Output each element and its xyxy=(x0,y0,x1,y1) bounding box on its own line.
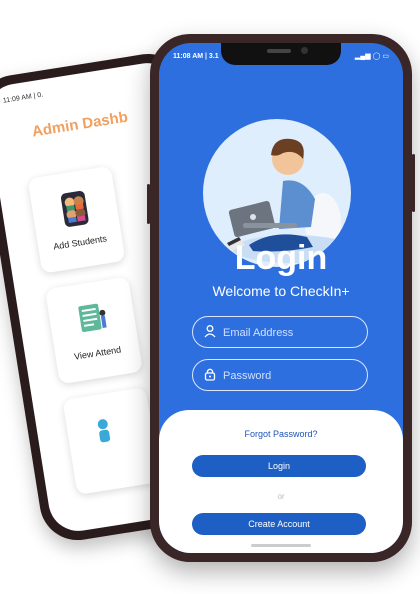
email-field[interactable] xyxy=(192,316,368,348)
person-icon xyxy=(97,419,111,443)
view-attendance-card[interactable]: View Attend xyxy=(44,276,143,385)
or-divider: or xyxy=(277,492,285,501)
card-label: Add Students xyxy=(52,233,108,252)
power-button xyxy=(412,154,415,212)
password-field[interactable] xyxy=(192,359,368,391)
bottom-sheet: Forgot Password? Login or Create Account xyxy=(159,410,403,553)
third-card[interactable] xyxy=(62,387,161,495)
card-label xyxy=(73,452,156,465)
notch xyxy=(221,43,341,65)
students-icon xyxy=(60,190,89,227)
email-input[interactable] xyxy=(221,322,365,344)
login-button[interactable]: Login xyxy=(192,455,366,477)
card-label: View Attend xyxy=(73,344,122,362)
attendance-icon xyxy=(78,303,107,332)
speaker xyxy=(267,49,291,53)
login-screen: 11:08 AM | 3.1 ▂▄▆ ◯ ▭ Login Welcome to xyxy=(159,43,403,553)
forgot-password-link[interactable]: Forgot Password? xyxy=(159,429,403,439)
dashboard-title: Admin Dashb xyxy=(30,108,130,141)
home-indicator xyxy=(251,544,311,547)
password-input[interactable] xyxy=(221,365,365,387)
user-icon xyxy=(204,325,216,338)
camera-icon xyxy=(301,47,308,54)
front-phone: 11:08 AM | 3.1 ▂▄▆ ◯ ▭ Login Welcome to xyxy=(147,34,415,562)
volume-button xyxy=(147,184,150,224)
lock-icon xyxy=(204,368,216,381)
welcome-text: Welcome to CheckIn+ xyxy=(212,283,350,299)
status-bar-time: 11:09 AM | 0. xyxy=(2,91,44,105)
status-bar-time: 11:08 AM | 3.1 xyxy=(173,53,219,60)
add-students-card[interactable]: Add Students xyxy=(27,165,126,274)
login-title: Login xyxy=(234,239,328,277)
create-account-button[interactable]: Create Account xyxy=(192,513,366,535)
status-bar-icons: ▂▄▆ ◯ ▭ xyxy=(354,53,389,60)
